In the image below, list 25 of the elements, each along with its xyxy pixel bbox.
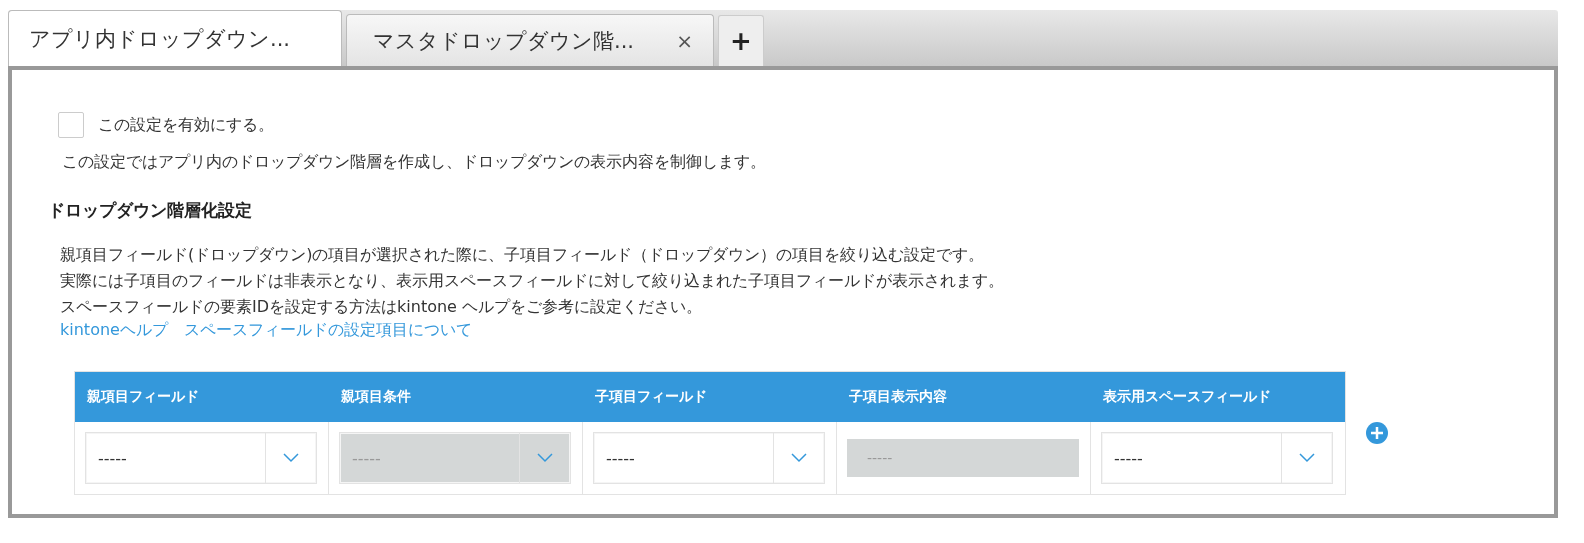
column-header: 子項目フィールド: [583, 372, 837, 422]
close-icon[interactable]: ×: [676, 28, 693, 53]
chevron-down-icon: [1299, 453, 1315, 463]
checkbox-label: この設定を有効にする。: [98, 114, 274, 136]
tab[interactable]: マスタドロップダウン階... ×: [346, 14, 714, 66]
description-line: 親項目フィールド(ドロップダウン)の項目が選択された際に、子項目フィールド（ドロップダウン）の項目を絞り込む設定です。: [60, 244, 986, 266]
column-header: 表示用スペースフィールド: [1091, 372, 1345, 422]
checkbox[interactable]: [58, 112, 84, 138]
column-header: 子項目表示内容: [837, 372, 1091, 422]
description-line: 実際には子項目のフィールドは非表示となり、表示用スペースフィールドに対して絞り込まれた子項目フィールドが表示されます。: [60, 270, 1005, 292]
chevron-down-icon: [791, 453, 807, 463]
select-field[interactable]: -----: [85, 432, 317, 484]
add-tab-button[interactable]: +: [718, 15, 764, 66]
section-title: ドロップダウン階層化設定: [48, 199, 253, 222]
chevron-down-icon: [537, 453, 553, 463]
column-header: 親項目フィールド: [75, 372, 329, 422]
intro-text: この設定ではアプリ内のドロップダウン階層を作成し、ドロップダウンの表示内容を制御します。: [62, 152, 767, 173]
select-field[interactable]: -----: [593, 432, 825, 484]
description-line: スペースフィールドの要素IDを設定する方法はkintone ヘルプをご参考に設定ください。: [60, 296, 704, 318]
chevron-down-icon: [283, 453, 299, 463]
column-header: 親項目条件: [329, 372, 583, 422]
tab[interactable]: アプリ内ドロップダウン...: [8, 10, 342, 66]
add-row-icon[interactable]: [1366, 422, 1388, 444]
select-field[interactable]: -----: [1101, 432, 1333, 484]
display-field: -----: [847, 439, 1079, 477]
